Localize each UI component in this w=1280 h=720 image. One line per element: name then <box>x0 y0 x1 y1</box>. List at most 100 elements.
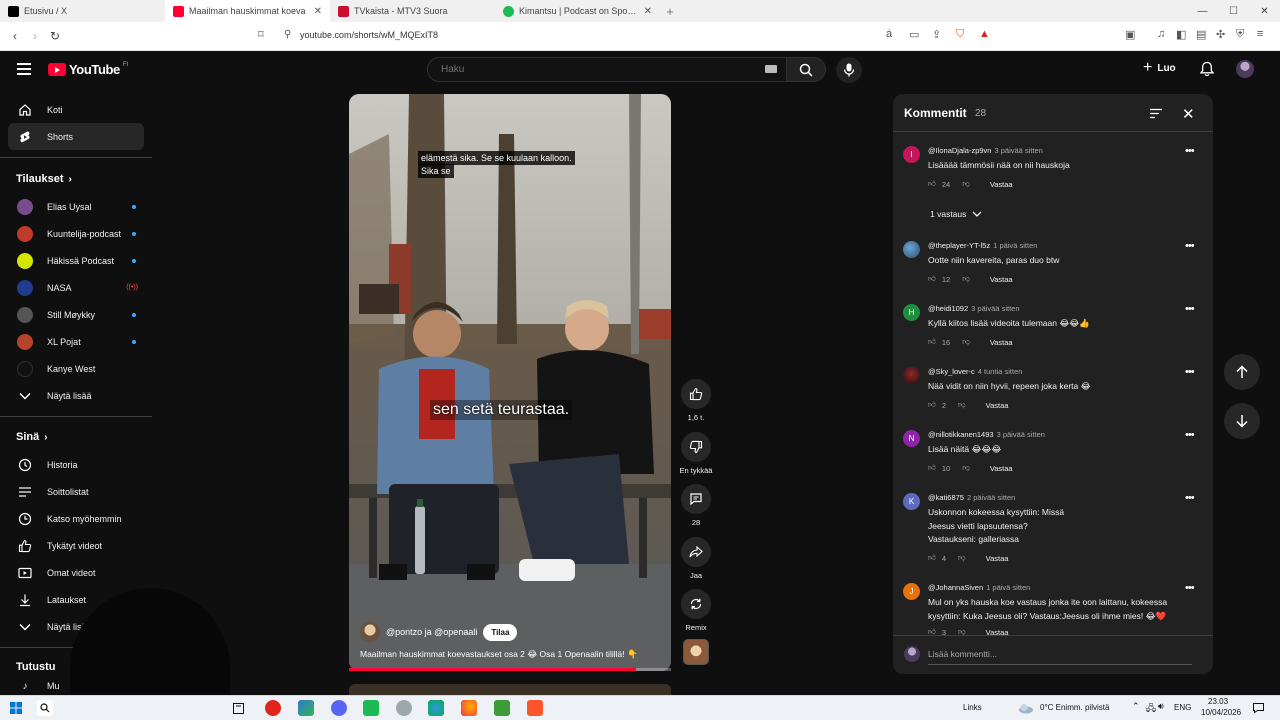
close-tab-icon[interactable]: ✕ <box>314 6 322 17</box>
sidebar-item-liked-videos[interactable]: Tykätyt videot <box>8 532 144 559</box>
more-options-icon[interactable]: ••• <box>1185 492 1195 504</box>
browser-tab-x[interactable]: Etusivu / X <box>0 0 165 22</box>
sidebar-item-show-more[interactable]: Näytä lisää <box>8 382 144 409</box>
sidebar-item-subscription[interactable]: NASA ((•)) <box>8 274 144 301</box>
app-icon[interactable] <box>298 700 314 716</box>
search-icon[interactable] <box>37 700 53 716</box>
search-input[interactable] <box>428 58 728 81</box>
browser-tab-tvkaista[interactable]: TVkaista - MTV3 Suora <box>330 0 495 22</box>
brave-shield-icon[interactable]: ⛉ <box>956 28 964 41</box>
more-options-icon[interactable]: ••• <box>1185 582 1195 594</box>
brave-icon[interactable] <box>527 700 543 716</box>
sidebar-item-playlists[interactable]: Soittolistat <box>8 478 144 505</box>
clock-date[interactable]: 10/04/2026 <box>1201 708 1241 717</box>
thumbs-down-icon[interactable]: 👎︎ <box>958 400 966 410</box>
remix-button[interactable] <box>681 589 711 619</box>
account-avatar[interactable] <box>1236 60 1254 78</box>
new-tab-button[interactable]: + <box>660 4 680 19</box>
reader-icon[interactable]: ▣ <box>1125 28 1135 41</box>
more-options-icon[interactable]: ••• <box>1185 240 1195 252</box>
remix-action[interactable]: Remix <box>678 589 714 632</box>
voice-search-button[interactable] <box>836 57 862 83</box>
comment-author[interactable]: @nillotikkanen1493 <box>928 430 994 439</box>
video-title[interactable]: Maailman hauskimmat koevastaukset osa 2 … <box>360 649 665 660</box>
share-action[interactable]: Jaa <box>678 537 714 580</box>
thumbs-up-icon[interactable]: 👍︎ <box>928 179 936 189</box>
sidebar-item-subscription[interactable]: Kuuntelija-podcast <box>8 220 144 247</box>
comment-author[interactable]: @kati6875 <box>928 493 964 502</box>
dislike-button[interactable] <box>681 432 711 462</box>
youtube-logo[interactable]: YouTube FI <box>48 62 128 77</box>
notifications-button[interactable] <box>1199 61 1215 82</box>
commenter-avatar[interactable]: N <box>903 430 920 447</box>
sort-button[interactable] <box>1149 106 1163 124</box>
sidebar-item-subscription[interactable]: Häkissä Podcast <box>8 247 144 274</box>
back-icon[interactable]: ‹ <box>5 29 25 43</box>
cast-icon[interactable]: ▭ <box>909 28 919 41</box>
wallet-icon[interactable]: ▤ <box>1196 28 1206 41</box>
channel-avatar[interactable] <box>360 622 380 642</box>
sidebar-item-your-videos[interactable]: Omat videot <box>8 559 144 586</box>
sidebar-item-history[interactable]: Historia <box>8 451 144 478</box>
windows-start-icon[interactable] <box>8 700 24 716</box>
task-view-icon[interactable] <box>230 700 246 716</box>
url-field[interactable]: youtube.com/shorts/wM_MQExIT8 <box>300 30 438 40</box>
keyboard-icon[interactable] <box>765 65 777 73</box>
network-icon[interactable]: 🖧︎ <box>1146 701 1156 717</box>
notification-center-icon[interactable] <box>1250 700 1266 716</box>
share-button[interactable] <box>681 537 711 567</box>
more-options-icon[interactable]: ••• <box>1185 145 1195 157</box>
video-progress-bar[interactable] <box>349 668 671 671</box>
commenter-avatar[interactable] <box>903 241 920 258</box>
thumbs-up-icon[interactable]: 👍︎ <box>928 274 936 284</box>
replies-toggle[interactable]: 1 vastaus <box>930 209 982 219</box>
you-heading[interactable]: Sinä › <box>16 431 48 443</box>
opera-icon[interactable] <box>265 700 281 716</box>
bookmark-icon[interactable]: ⌑ <box>258 28 264 41</box>
like-action[interactable]: 1,6 t. <box>678 379 714 422</box>
channel-name[interactable]: @pontzo ja @openaali <box>386 627 477 637</box>
comments-action[interactable]: 28 <box>678 484 714 527</box>
brave-rewards-icon[interactable]: ▲ <box>979 28 990 40</box>
browser-tab-youtube[interactable]: Maailman hauskimmat koeva ✕ <box>165 0 330 22</box>
next-video-preview[interactable] <box>349 684 671 695</box>
thumbs-down-icon[interactable]: 👎︎ <box>962 337 970 347</box>
minimize-button[interactable]: — <box>1187 0 1218 22</box>
search-button[interactable] <box>786 57 826 82</box>
sidebar-item-subscription[interactable]: Kanye West <box>8 355 144 382</box>
previous-short-button[interactable] <box>1224 354 1260 390</box>
thumbs-down-icon[interactable]: 👎︎ <box>962 179 970 189</box>
sidebar-item-subscription[interactable]: Elias Uysal <box>8 193 144 220</box>
clock-time[interactable]: 23.03 <box>1208 697 1228 706</box>
commenter-avatar[interactable]: I <box>903 146 920 163</box>
commenter-avatar[interactable] <box>903 367 920 384</box>
sidebar-item-subscription[interactable]: Still Møykky <box>8 301 144 328</box>
comments-button[interactable] <box>681 484 711 514</box>
thumbs-up-icon[interactable]: 👍︎ <box>928 553 936 563</box>
app-active-icon[interactable] <box>363 700 379 716</box>
language-indicator[interactable]: ENG <box>1174 703 1191 712</box>
shorts-video-player[interactable] <box>349 94 671 671</box>
thumbs-up-icon[interactable]: 👍︎ <box>928 463 936 473</box>
reply-button[interactable]: Vastaa <box>990 275 1013 284</box>
sidebar-item-shorts[interactable]: Shorts <box>8 123 144 150</box>
reload-icon[interactable]: ↻ <box>45 29 65 43</box>
menu-icon[interactable]: ≡ <box>1257 28 1263 40</box>
reply-button[interactable]: Vastaa <box>986 554 1009 563</box>
vpn-icon[interactable]: ⛨ <box>1236 28 1244 41</box>
sidebar-item-home[interactable]: Koti <box>8 96 144 123</box>
thumbs-up-icon[interactable]: 👍︎ <box>928 400 936 410</box>
thumbs-up-icon[interactable]: 👍︎ <box>928 337 936 347</box>
dislike-action[interactable]: En tykkää <box>678 432 714 475</box>
reply-button[interactable]: Vastaa <box>990 338 1013 347</box>
weather-text[interactable]: 0°C Enimm. pilvistä <box>1040 703 1109 712</box>
share-icon[interactable]: ⇪ <box>932 28 941 41</box>
browser-tab-spotify[interactable]: Kimantsu | Podcast on Spotify ✕ <box>495 0 660 22</box>
firefox-icon[interactable] <box>461 700 477 716</box>
reply-button[interactable]: Vastaa <box>990 464 1013 473</box>
discord-icon[interactable] <box>331 700 347 716</box>
app-icon[interactable] <box>396 700 412 716</box>
comment-author[interactable]: @Sky_lover-c <box>928 367 975 376</box>
commenter-avatar[interactable]: J <box>903 583 920 600</box>
links-toolbar[interactable]: Links <box>963 703 982 712</box>
